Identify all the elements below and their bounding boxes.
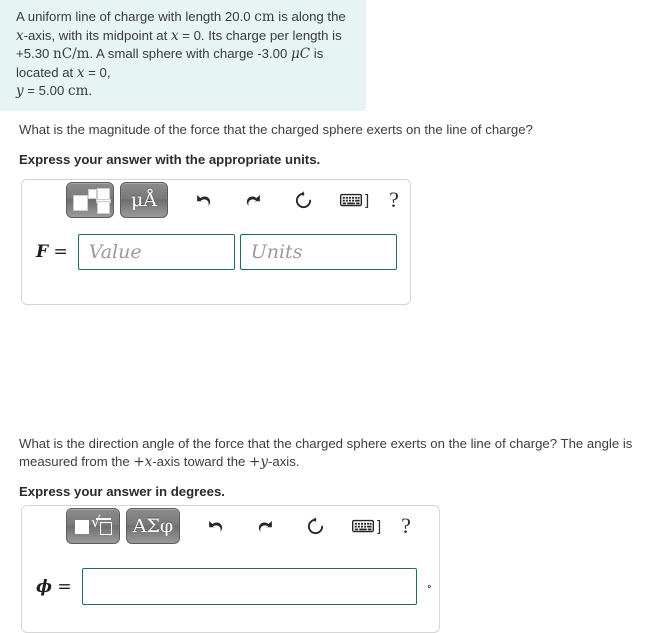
force-symbol: F xyxy=(36,242,49,262)
angle-input[interactable] xyxy=(81,568,417,605)
force-variable-label: F = xyxy=(36,242,68,262)
math-template-button[interactable] xyxy=(66,182,114,218)
problem-statement-banner: A uniform line of charge with length 20.… xyxy=(0,0,366,111)
equals-sign: = xyxy=(53,242,68,262)
reset-button[interactable] xyxy=(288,186,318,214)
question-1-text: What is the magnitude of the force that … xyxy=(19,122,533,137)
problem-text-part: = 0, xyxy=(84,64,111,80)
answer-box-2: √ ΑΣφ] ? ϕ = ∘ xyxy=(21,505,440,633)
redo-button[interactable] xyxy=(250,512,280,540)
problem-text-part: . xyxy=(88,83,93,99)
variable-x: x xyxy=(170,27,179,44)
question-2-text-part: -axis. xyxy=(267,454,300,469)
undo-icon xyxy=(208,520,222,532)
answer-1-toolbar: μÅ] ? xyxy=(22,180,410,220)
equals-sign: = xyxy=(57,576,72,597)
undo-icon xyxy=(196,194,210,206)
plus-x-axis: +x xyxy=(133,454,153,470)
question-2: What is the direction angle of the force… xyxy=(19,435,639,499)
help-button[interactable]: ? xyxy=(401,515,411,537)
question-2-text: What is the direction angle of the force… xyxy=(19,435,639,471)
keyboard-icon xyxy=(352,519,374,533)
undo-button[interactable] xyxy=(200,512,230,540)
reset-button[interactable] xyxy=(300,512,330,540)
answer-2-input-row: ϕ = ∘ xyxy=(36,568,439,605)
degree-unit-label: ∘ xyxy=(426,580,433,593)
keyboard-bracket-label[interactable]: ] xyxy=(365,192,369,209)
phi-symbol: ϕ xyxy=(36,576,53,597)
square-root-template-icon: √ xyxy=(75,514,112,538)
units-button[interactable]: μÅ xyxy=(120,182,168,218)
redo-button[interactable] xyxy=(238,186,268,214)
question-2-instruction: Express your answer in degrees. xyxy=(19,484,225,499)
greek-symbols-button[interactable]: ΑΣφ xyxy=(126,508,180,544)
answer-1-input-row: F = xyxy=(36,234,410,270)
math-template-icon xyxy=(73,188,111,214)
square-root-template-button[interactable]: √ xyxy=(66,508,120,544)
variable-x: x xyxy=(16,27,24,44)
units-button-label: μÅ xyxy=(130,188,158,211)
keyboard-button[interactable] xyxy=(338,186,364,214)
redo-icon xyxy=(258,520,272,532)
problem-statement-text: A uniform line of charge with length 20.… xyxy=(16,8,354,101)
unit-cm: cm xyxy=(68,83,89,100)
redo-icon xyxy=(246,194,260,206)
keyboard-bracket-label[interactable]: ] xyxy=(377,518,381,535)
undo-button[interactable] xyxy=(188,186,218,214)
question-2-text-part: -axis toward the xyxy=(152,454,250,469)
unit-microcoulomb: μC xyxy=(291,46,311,63)
question-1-instruction: Express your answer with the appropriate… xyxy=(19,152,321,167)
value-input[interactable] xyxy=(77,234,235,270)
plus-y-axis: +y xyxy=(249,454,268,470)
unit-cm: cm xyxy=(254,9,275,25)
keyboard-button[interactable] xyxy=(350,512,376,540)
question-2-text-part: What is the direction angle of the force… xyxy=(19,436,633,469)
units-input[interactable] xyxy=(239,234,397,270)
answer-2-toolbar: √ ΑΣφ] ? xyxy=(22,506,439,546)
problem-text-part: = 5.00 xyxy=(23,83,69,99)
reset-icon xyxy=(307,516,323,534)
problem-text-part: A uniform line of charge with length 20.… xyxy=(16,9,255,24)
phi-variable-label: ϕ = xyxy=(36,577,72,597)
problem-text-part: . A small sphere with charge -3.00 xyxy=(89,46,291,62)
problem-text-part: -axis, with its midpoint at xyxy=(23,27,171,43)
help-button[interactable]: ? xyxy=(389,189,399,211)
answer-box-1: μÅ] ? F = Value Units xyxy=(21,179,411,305)
problem-text-part: is along the xyxy=(274,9,346,24)
unit-nc-per-m: nC/m xyxy=(53,46,90,63)
variable-y: y xyxy=(16,83,24,100)
keyboard-icon xyxy=(340,193,362,207)
reset-icon xyxy=(295,190,311,208)
question-1: What is the magnitude of the force that … xyxy=(19,121,639,167)
greek-symbols-label: ΑΣφ xyxy=(132,514,174,537)
